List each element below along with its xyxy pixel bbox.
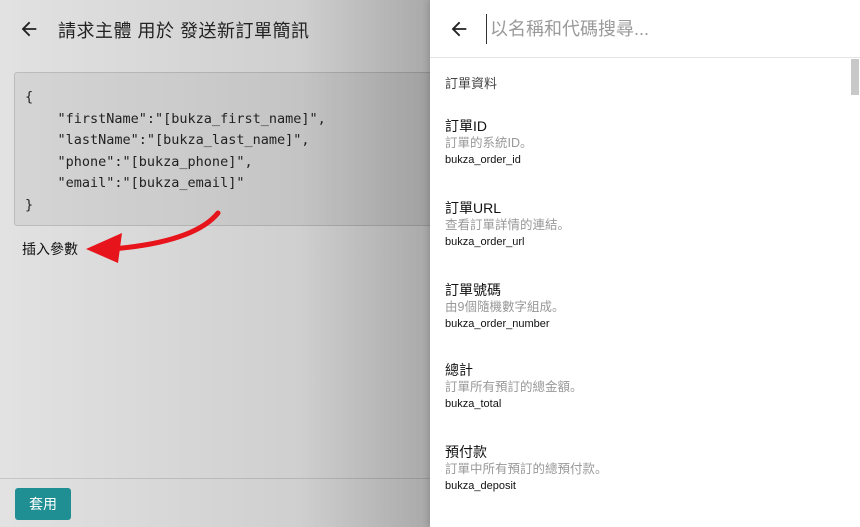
panel-header — [430, 0, 860, 58]
code-line: "email":"[bukza_email]" — [25, 175, 245, 191]
parameter-panel: 訂單資料 訂單ID 訂單的系統ID。 bukza_order_id 訂單URL … — [430, 0, 860, 527]
item-code: bukza_order_id — [445, 154, 521, 166]
list-item[interactable]: 預付款 訂單中所有預訂的總預付款。 bukza_deposit — [445, 443, 825, 494]
code-line: "firstName":"[bukza_first_name]", — [25, 110, 326, 127]
item-code: bukza_deposit — [445, 480, 516, 492]
apply-button[interactable]: 套用 — [15, 488, 71, 520]
item-description: 訂單中所有預訂的總預付款。 — [445, 462, 608, 476]
search-input[interactable] — [486, 14, 846, 44]
page-title: 請求主體 用於 發送新訂單簡訊 — [58, 21, 310, 41]
list-item[interactable]: 訂單ID 訂單的系統ID。 bukza_order_id — [445, 117, 825, 168]
arrow-left-icon — [21, 21, 37, 37]
list-item[interactable]: 總計 訂單所有預訂的總金額。 bukza_total — [445, 361, 825, 412]
item-title: 訂單ID — [445, 118, 487, 134]
item-description: 查看訂單詳情的連結。 — [445, 218, 571, 232]
item-code: bukza_total — [445, 398, 502, 410]
item-code: bukza_order_number — [445, 318, 550, 330]
arrow-left-icon — [451, 21, 467, 37]
item-description: 由9個隨機數字組成。 — [445, 300, 565, 314]
item-code: bukza_order_url — [445, 236, 525, 248]
item-title: 總計 — [445, 362, 473, 378]
insert-parameter-link[interactable]: 插入參數 — [22, 239, 78, 259]
list-item[interactable]: 訂單URL 查看訂單詳情的連結。 bukza_order_url — [445, 199, 825, 250]
item-title: 預付款 — [445, 444, 487, 460]
item-description: 訂單所有預訂的總金額。 — [445, 380, 583, 394]
section-label: 訂單資料 — [445, 76, 498, 91]
back-button[interactable] — [14, 14, 44, 44]
code-line: "lastName":"[bukza_last_name]", — [25, 132, 310, 148]
request-body-editor[interactable]: { "firstName":"[bukza_first_name]", "las… — [14, 72, 454, 226]
scrollbar[interactable] — [851, 59, 859, 95]
code-line: { — [25, 89, 34, 105]
parameter-list: 訂單資料 訂單ID 訂單的系統ID。 bukza_order_id 訂單URL … — [430, 59, 860, 527]
code-line: "phone":"[bukza_phone]", — [25, 153, 253, 170]
item-title: 訂單URL — [445, 200, 502, 216]
item-title: 訂單號碼 — [445, 282, 501, 298]
annotation-arrow-icon — [86, 210, 221, 263]
item-description: 訂單的系統ID。 — [445, 136, 533, 150]
list-item[interactable]: 訂單號碼 由9個隨機數字組成。 bukza_order_number — [445, 281, 825, 332]
panel-back-button[interactable] — [444, 14, 474, 44]
